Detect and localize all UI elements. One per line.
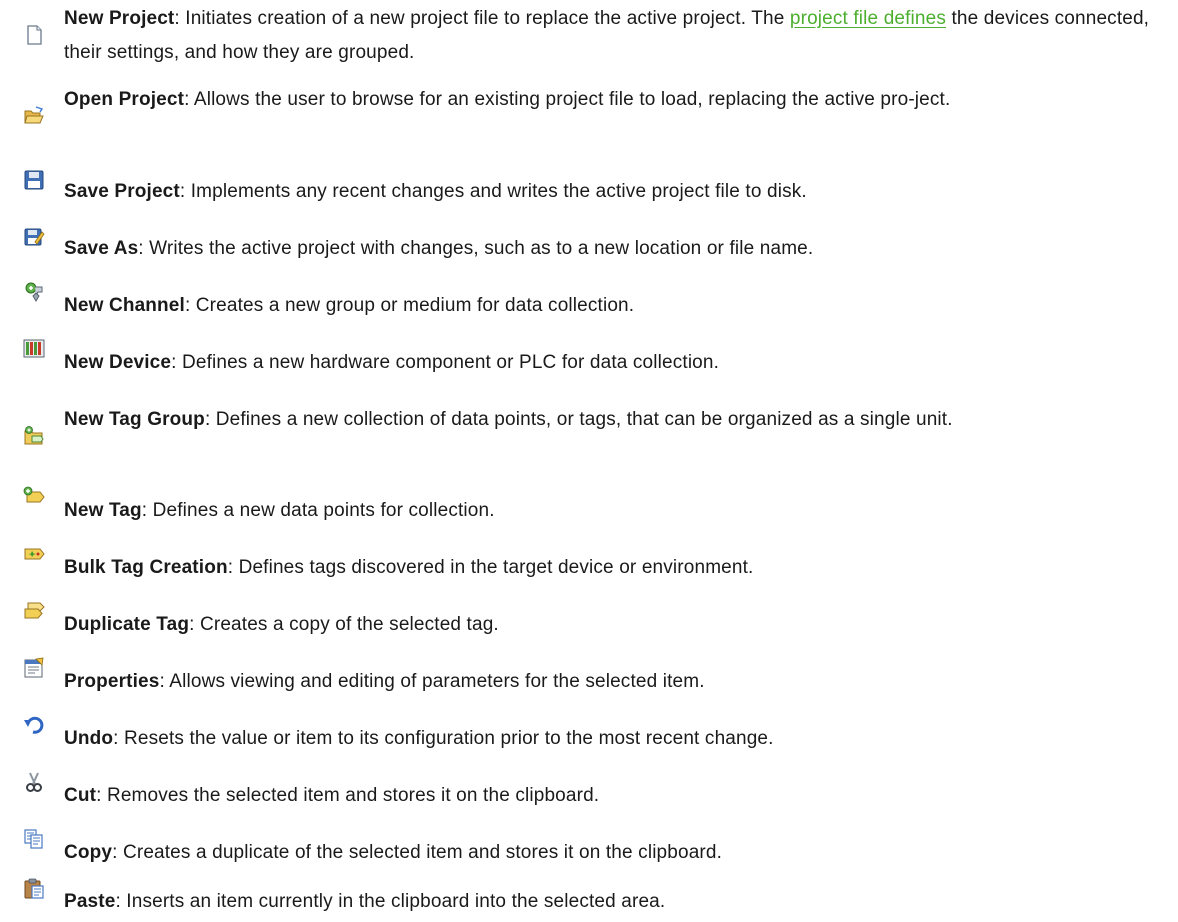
- list-item-save-project: Save Project: Implements any recent chan…: [0, 170, 1178, 209]
- paste-clipboard-icon: [23, 877, 45, 899]
- item-term: Save As: [64, 238, 139, 259]
- item-description: : Defines a new collection of data point…: [204, 409, 953, 430]
- list-item-text: Cut: Removes the selected item and store…: [64, 779, 1164, 813]
- list-item-new-project: New Project: Initiates creation of a new…: [0, 2, 1178, 72]
- list-item-text: Save Project: Implements any recent chan…: [64, 175, 1164, 209]
- list-item-text: New Tag: Defines a new data points for c…: [64, 494, 1164, 528]
- item-term: Duplicate Tag: [64, 614, 190, 635]
- item-term: Copy: [64, 842, 113, 863]
- item-description: : Resets the value or item to its config…: [113, 728, 774, 749]
- item-term: Cut: [64, 785, 97, 806]
- list-item-text: Bulk Tag Creation: Defines tags discover…: [64, 551, 1164, 585]
- list-item-cut: Cut: Removes the selected item and store…: [0, 772, 1178, 813]
- list-item-text: Duplicate Tag: Creates a copy of the sel…: [64, 608, 1164, 642]
- list-item-text: Open Project: Allows the user to browse …: [64, 83, 1164, 117]
- list-item-text: New Device: Defines a new hardware compo…: [64, 346, 1164, 380]
- list-item-bulk-tag-creation: Bulk Tag Creation: Defines tags discover…: [0, 548, 1178, 585]
- project-file-defines-link[interactable]: project file defines: [790, 8, 946, 29]
- item-description: : Defines a new data points for collecti…: [141, 500, 495, 521]
- item-description: : Allows the user to browse for an exist…: [184, 89, 951, 110]
- list-item-new-tag-group: New Tag Group: Defines a new collection …: [0, 403, 1178, 473]
- item-description: : Creates a duplicate of the selected it…: [112, 842, 723, 863]
- item-term: New Channel: [64, 295, 185, 316]
- list-item-text: Paste: Inserts an item currently in the …: [64, 885, 1164, 919]
- item-description: : Writes the active project with changes…: [138, 238, 814, 259]
- list-item-properties: Properties: Allows viewing and editing o…: [0, 657, 1178, 699]
- new-device-icon: [23, 338, 45, 360]
- copy-icon: [23, 828, 45, 850]
- item-description: : Defines a new hardware component or PL…: [171, 352, 720, 373]
- list-item-new-tag: New Tag: Defines a new data points for c…: [0, 486, 1178, 528]
- list-item-save-as: Save As: Writes the active project with …: [0, 228, 1178, 266]
- list-item-duplicate-tag: Duplicate Tag: Creates a copy of the sel…: [0, 602, 1178, 642]
- list-item-new-device: New Device: Defines a new hardware compo…: [0, 339, 1178, 380]
- item-term: New Tag: [64, 500, 142, 521]
- item-term: Paste: [64, 891, 116, 912]
- open-folder-icon: [23, 105, 45, 127]
- cut-scissors-icon: [23, 771, 45, 793]
- new-project-icon: [23, 24, 45, 46]
- list-item-text: New Project: Initiates creation of a new…: [64, 2, 1164, 70]
- bulk-tag-creation-icon: [23, 543, 45, 565]
- list-item-new-channel: New Channel: Creates a new group or medi…: [0, 282, 1178, 323]
- item-term: Bulk Tag Creation: [64, 557, 228, 578]
- new-channel-icon: [23, 281, 45, 303]
- item-description: : Defines tags discovered in the target …: [227, 557, 754, 578]
- list-item-copy: Copy: Creates a duplicate of the selecte…: [0, 829, 1178, 870]
- list-item-text: New Tag Group: Defines a new collection …: [64, 403, 1164, 437]
- item-term: Undo: [64, 728, 114, 749]
- save-as-icon: [23, 226, 45, 248]
- item-term: New Project: [64, 8, 175, 29]
- duplicate-tag-icon: [23, 600, 45, 622]
- list-item-undo: Undo: Resets the value or item to its co…: [0, 716, 1178, 756]
- new-tag-icon: [23, 486, 45, 508]
- item-description: : Inserts an item currently in the clipb…: [115, 891, 666, 912]
- list-item-text: Copy: Creates a duplicate of the selecte…: [64, 836, 1164, 870]
- item-description: : Initiates creation of a new project fi…: [174, 8, 790, 29]
- item-term: Save Project: [64, 181, 180, 202]
- item-description: : Implements any recent changes and writ…: [179, 181, 807, 202]
- item-term: New Device: [64, 352, 172, 373]
- properties-icon: [23, 657, 45, 679]
- item-term: Open Project: [64, 89, 185, 110]
- item-description: : Creates a new group or medium for data…: [184, 295, 635, 316]
- item-description: : Allows viewing and editing of paramete…: [159, 671, 705, 692]
- list-item-open-project: Open Project: Allows the user to browse …: [0, 83, 1178, 153]
- list-item-text: New Channel: Creates a new group or medi…: [64, 289, 1164, 323]
- item-term: New Tag Group: [64, 409, 205, 430]
- save-disk-icon: [23, 169, 45, 191]
- new-tag-group-icon: [23, 425, 45, 447]
- list-item-text: Save As: Writes the active project with …: [64, 232, 1164, 266]
- item-description: : Creates a copy of the selected tag.: [189, 614, 499, 635]
- item-term: Properties: [64, 671, 160, 692]
- list-item-text: Undo: Resets the value or item to its co…: [64, 722, 1164, 756]
- list-item-text: Properties: Allows viewing and editing o…: [64, 665, 1164, 699]
- list-item-paste: Paste: Inserts an item currently in the …: [0, 878, 1178, 919]
- item-description: : Removes the selected item and stores i…: [96, 785, 600, 806]
- undo-icon: [23, 714, 45, 736]
